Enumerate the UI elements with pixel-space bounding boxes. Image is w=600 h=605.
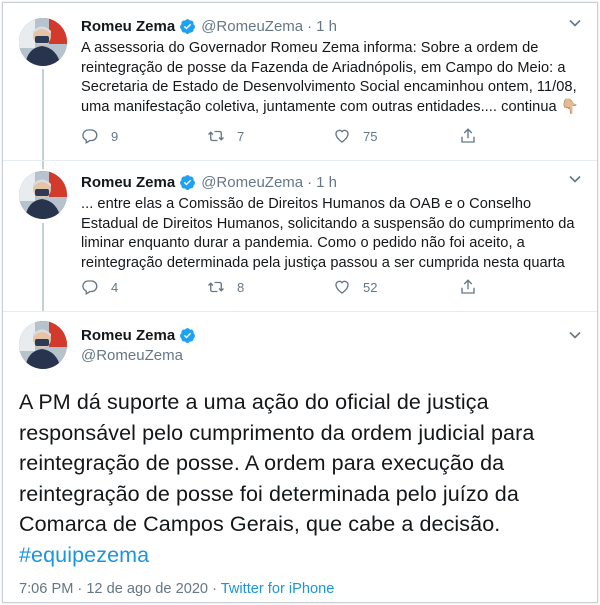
timestamp-date[interactable]: 7:06 PM · 12 de ago de 2020 · <box>19 581 221 597</box>
reply-button[interactable]: 4 <box>81 278 207 296</box>
thread-line <box>42 161 44 169</box>
tweet-thread: Romeu Zema @RomeuZema · 1 h A assessoria… <box>2 2 598 603</box>
chevron-down-icon[interactable] <box>567 15 583 31</box>
timestamp[interactable]: 1 h <box>316 174 337 191</box>
retweet-count: 8 <box>237 279 245 295</box>
main-tweet-text: A PM dá suporte a uma ação do oficial de… <box>19 387 581 570</box>
reply-count: 9 <box>111 128 119 144</box>
author-handle[interactable]: @RomeuZema <box>201 174 303 191</box>
avatar[interactable] <box>19 18 67 66</box>
main-tweet-body: A PM dá suporte a uma ação do oficial de… <box>19 390 535 536</box>
retweet-button[interactable]: 8 <box>207 278 333 296</box>
reply-button[interactable]: 9 <box>81 127 207 145</box>
source-link[interactable]: Twitter for iPhone <box>221 581 335 597</box>
retweet-button[interactable]: 7 <box>207 127 333 145</box>
retweet-icon <box>208 281 224 293</box>
author-handle[interactable]: @RomeuZema <box>81 347 196 364</box>
like-count: 75 <box>363 128 378 144</box>
verified-icon <box>179 327 196 344</box>
thread-line <box>42 223 44 311</box>
author-name[interactable]: Romeu Zema <box>81 174 175 191</box>
tweet-meta: 7:06 PM · 12 de ago de 2020 · Twitter fo… <box>19 581 334 597</box>
like-count: 52 <box>363 279 378 295</box>
tweet-text: ... entre elas a Comissão de Direitos Hu… <box>81 196 575 271</box>
author-name[interactable]: Romeu Zema <box>81 18 175 35</box>
tweet-text: A assessoria do Governador Romeu Zema in… <box>81 40 580 115</box>
tweet-1[interactable]: Romeu Zema @RomeuZema · 1 h A assessoria… <box>3 3 597 161</box>
share-icon <box>461 279 475 294</box>
avatar[interactable] <box>19 321 67 369</box>
hashtag-link[interactable]: #equipezema <box>19 543 149 567</box>
chevron-down-icon[interactable] <box>567 327 583 343</box>
retweet-count: 7 <box>237 128 245 144</box>
separator: · <box>307 173 313 191</box>
author-handle[interactable]: @RomeuZema <box>201 18 303 35</box>
separator: · <box>307 17 313 35</box>
main-tweet-header: Romeu Zema @RomeuZema <box>81 325 196 364</box>
reply-icon <box>82 280 98 295</box>
author-name[interactable]: Romeu Zema <box>81 327 175 344</box>
like-icon <box>335 280 349 294</box>
chevron-down-icon[interactable] <box>567 171 583 187</box>
retweet-icon <box>208 130 224 142</box>
avatar[interactable] <box>19 171 67 219</box>
reply-count: 4 <box>111 279 119 295</box>
tweet-2[interactable]: Romeu Zema @RomeuZema · 1 h ... entre el… <box>3 161 597 312</box>
timestamp[interactable]: 1 h <box>316 18 337 35</box>
like-button[interactable]: 75 <box>333 127 459 145</box>
share-button[interactable] <box>459 127 489 145</box>
reply-icon <box>82 129 98 144</box>
like-button[interactable]: 52 <box>333 278 459 296</box>
share-icon <box>461 128 475 143</box>
verified-icon <box>179 18 196 35</box>
share-button[interactable] <box>459 278 489 296</box>
verified-icon <box>179 174 196 191</box>
thread-line <box>42 69 44 160</box>
like-icon <box>335 129 349 143</box>
